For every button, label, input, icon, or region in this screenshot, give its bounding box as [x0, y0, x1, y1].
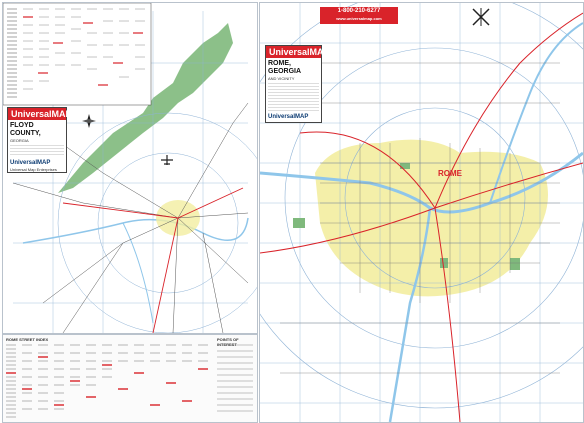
phone-number: 1-800-210-6277 [337, 8, 381, 14]
left-footer-note: Universal Map Enterprises [10, 167, 57, 172]
rome-city-map[interactable]: UniversalMAP ROME, GEORGIA AND VICINITY … [259, 2, 584, 423]
rome-city-label: ROME [438, 169, 462, 178]
left-brand: UniversalMAP [8, 108, 72, 120]
park-west [293, 218, 305, 228]
right-footer-brand: UniversalMAP [268, 114, 309, 120]
floyd-county-map[interactable]: UniversalMAP FLOYD COUNTY, GEORGIA Unive… [2, 2, 258, 334]
street-index-panel[interactable]: ROME STREET INDEX POINTS OF INTEREST [2, 334, 258, 423]
right-legend: UniversalMAP ROME, GEORGIA AND VICINITY … [265, 45, 330, 123]
right-subtitle: AND VICINITY [268, 76, 295, 81]
index-heading-left: ROME STREET INDEX [6, 337, 49, 342]
left-footer-brand: UniversalMAP [10, 160, 51, 166]
left-title: FLOYD COUNTY, [10, 122, 41, 137]
street-index-columns [6, 344, 253, 418]
left-legend: UniversalMAP FLOYD COUNTY, GEORGIA Unive… [7, 107, 72, 173]
right-brand: UniversalMAP [266, 46, 330, 58]
phone-banner: 1-800-210-6277 www.universalmap.com [320, 7, 398, 24]
park-central [400, 163, 410, 169]
right-title: ROME, GEORGIA [268, 60, 302, 75]
park-east [510, 258, 520, 270]
website-url: www.universalmap.com [336, 16, 382, 21]
left-subtitle: GEORGIA [10, 138, 29, 143]
